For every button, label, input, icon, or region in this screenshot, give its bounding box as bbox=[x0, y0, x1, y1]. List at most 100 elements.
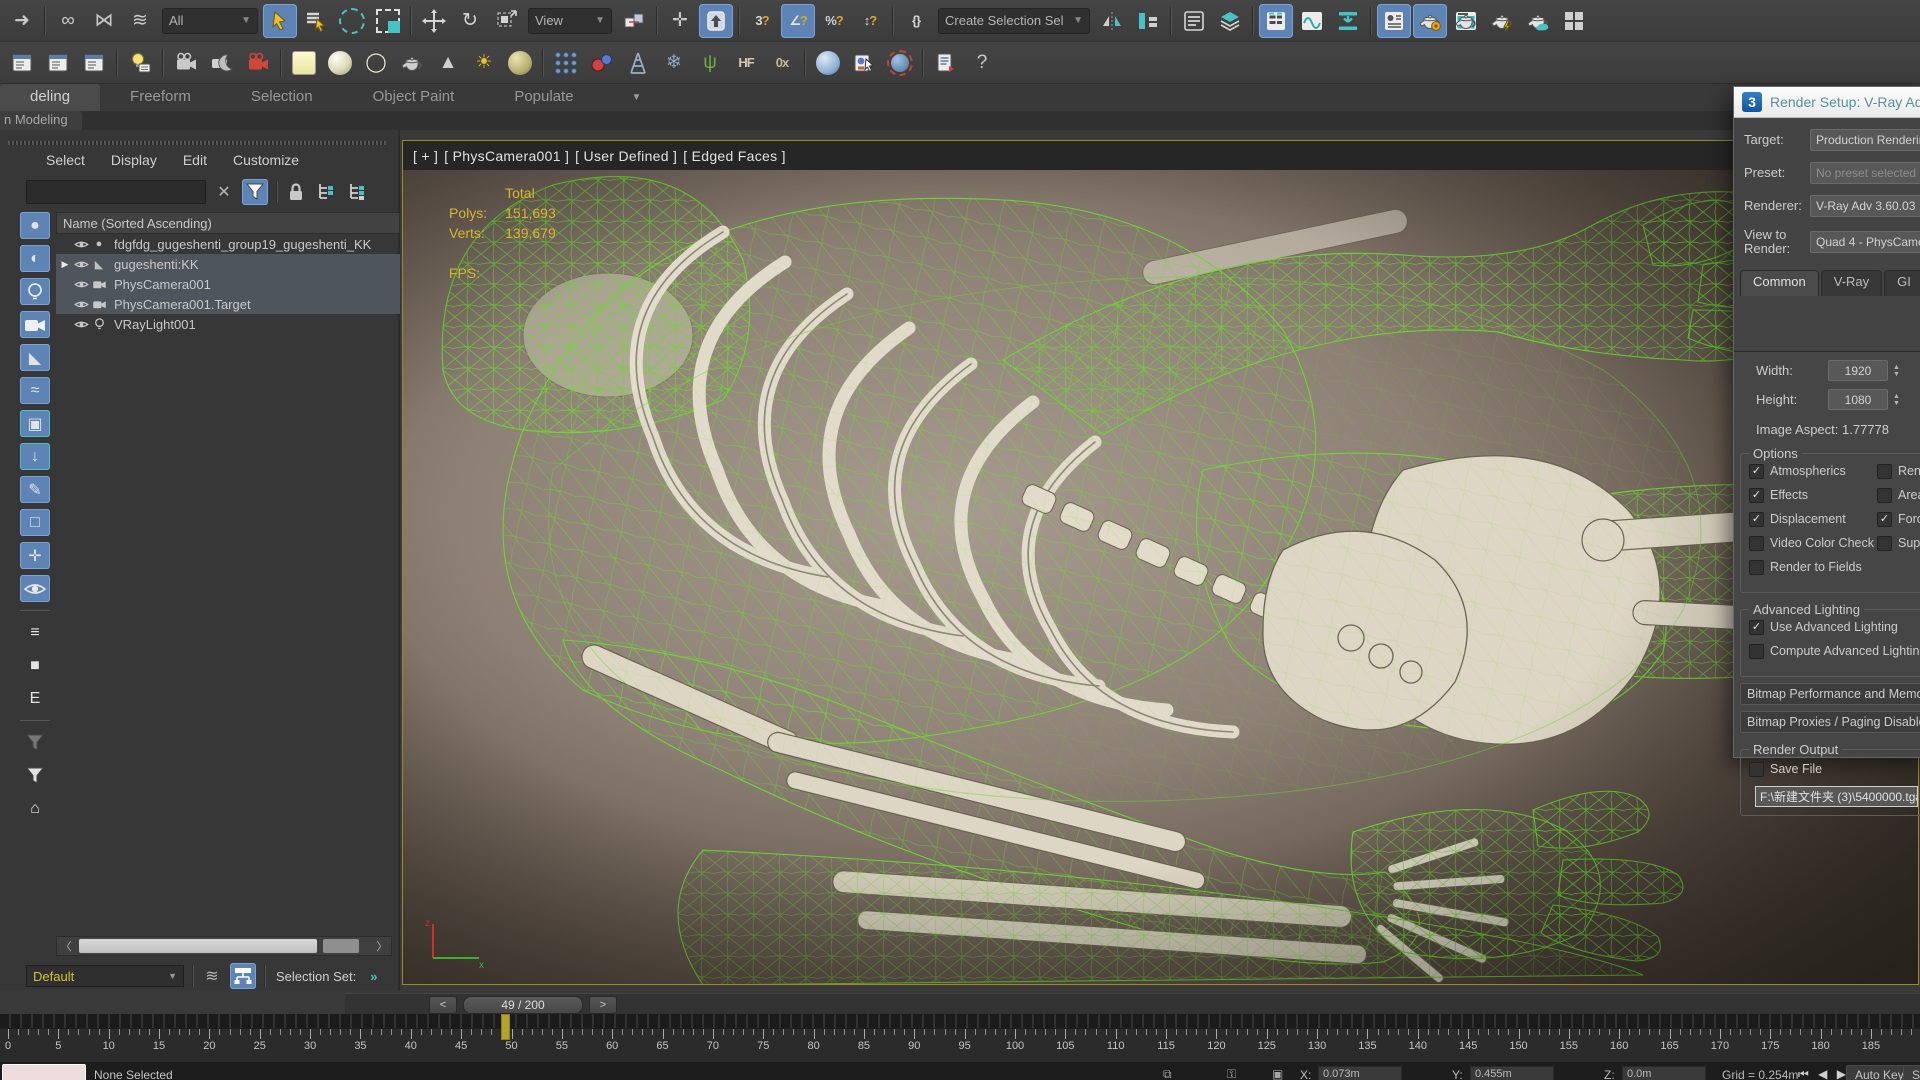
ox-tool-icon[interactable]: 0x bbox=[765, 46, 799, 80]
daylight-sun-icon[interactable]: ☀ bbox=[467, 46, 501, 80]
track-bar-ruler[interactable]: 0 5 10 15 20 25 30 35 40 45 50 55 60 65 70 75 80 85 90 95 10… bbox=[0, 1028, 1920, 1063]
toggle-scene-explorer-icon[interactable] bbox=[1177, 4, 1211, 38]
render-to-fields-checkbox[interactable] bbox=[1749, 560, 1764, 575]
display-containers-icon[interactable]: □ bbox=[20, 509, 50, 536]
scene-object-row[interactable]: PhysCamera001 bbox=[56, 274, 400, 294]
primitive-pyramid-icon[interactable]: ▲ bbox=[431, 46, 465, 80]
unlink-selection-icon[interactable]: ⋈ bbox=[87, 4, 121, 38]
next-frame-button[interactable]: > bbox=[589, 996, 617, 1014]
render-tab-v-ray[interactable]: V-Ray bbox=[1820, 270, 1883, 296]
scrollbar-thumb-secondary[interactable] bbox=[323, 939, 359, 953]
edit-named-selection-sets-icon[interactable]: {} bbox=[899, 4, 933, 38]
viewport-camera-name[interactable]: [ PhysCamera001 ] bbox=[444, 148, 569, 164]
ribbon-tab-deling[interactable]: deling bbox=[0, 84, 101, 111]
explorer-menu-edit[interactable]: Edit bbox=[183, 152, 207, 168]
use-pivot-point-center-icon[interactable] bbox=[617, 4, 651, 38]
grass-object-icon[interactable]: ψ bbox=[693, 46, 727, 80]
forc-checkbox[interactable] bbox=[1877, 512, 1892, 527]
perspective-viewport[interactable]: [ + ] [ PhysCamera001 ] [ User Defined ] [ … bbox=[402, 140, 1919, 985]
selected-filter-button[interactable]: Selected bbox=[1903, 1065, 1920, 1080]
render-setup-dialog[interactable]: 3 Render Setup: V-Ray Ad Target: Producti… bbox=[1733, 86, 1920, 816]
panel-grip[interactable] bbox=[8, 141, 386, 145]
expand-arrow-icon[interactable]: ▶ bbox=[58, 259, 72, 270]
mirror-icon[interactable] bbox=[1095, 4, 1129, 38]
dashed-sphere-tool-icon[interactable] bbox=[883, 46, 917, 80]
bind-to-space-warp-icon[interactable]: ≋ bbox=[123, 4, 157, 38]
scatter-tool-icon[interactable] bbox=[549, 46, 583, 80]
object-picker-icon[interactable] bbox=[847, 46, 881, 80]
compute-advanced-lighting-checkbox[interactable] bbox=[1749, 644, 1764, 659]
filter-icon[interactable] bbox=[20, 762, 50, 789]
maxscript-mini-listener[interactable] bbox=[2, 1064, 86, 1080]
scroll-left-icon[interactable]: 〈 bbox=[57, 938, 75, 954]
link-icon[interactable]: ⧉ bbox=[1163, 1067, 1172, 1080]
rollout-bitmap-performance[interactable]: Bitmap Performance and Memor bbox=[1740, 683, 1920, 705]
renderer-dropdown[interactable]: V-Ray Adv 3.60.03 bbox=[1810, 195, 1920, 217]
select-and-move-icon[interactable] bbox=[417, 4, 451, 38]
select-and-manipulate-icon[interactable]: ✛ bbox=[663, 4, 697, 38]
select-and-link-icon[interactable]: ∞ bbox=[51, 4, 85, 38]
y-coordinate-field[interactable]: 0.455m bbox=[1470, 1066, 1554, 1080]
workspace-default-dropdown[interactable]: Default ▼ bbox=[26, 965, 184, 987]
camera-film-icon[interactable] bbox=[169, 46, 203, 80]
named-selection-sets-dropdown[interactable]: Create Selection Sel ▼ bbox=[938, 7, 1090, 34]
absolute-mode-icon[interactable]: ▣ bbox=[1272, 1067, 1283, 1080]
ribbon-subtab-modeling[interactable]: n Modeling bbox=[0, 111, 82, 131]
x-coordinate-field[interactable]: 0.073m bbox=[1318, 1066, 1402, 1080]
viewport-shading-mode[interactable]: [ Edged Faces ] bbox=[683, 148, 786, 164]
rendered-frame-window-icon[interactable] bbox=[1449, 4, 1483, 38]
ribbon-minimize-icon[interactable]: ▼ bbox=[632, 92, 642, 103]
list-column-header[interactable]: Name (Sorted Ascending) bbox=[56, 212, 400, 234]
detail-view-mode-icon[interactable]: E bbox=[20, 685, 50, 712]
clapper-box-icon[interactable]: ⌂ bbox=[20, 795, 50, 822]
horizontal-scrollbar[interactable]: 〈 〉 bbox=[56, 936, 392, 956]
layers-stack-icon[interactable]: ≋ bbox=[199, 963, 225, 989]
display-cameras-icon[interactable] bbox=[20, 311, 50, 338]
primitive-box-icon[interactable] bbox=[287, 46, 321, 80]
preset-dropdown[interactable]: No preset selected bbox=[1810, 162, 1920, 184]
spinner-snap-toggle-icon[interactable]: ↕? bbox=[853, 4, 887, 38]
material-editor-icon[interactable] bbox=[1377, 3, 1411, 38]
stereo-camera-icon[interactable] bbox=[241, 46, 275, 80]
viewport-user-defined[interactable]: [ User Defined ] bbox=[575, 148, 677, 164]
window-crossing-toggle-icon[interactable] bbox=[371, 4, 405, 38]
viewport-layout-panel-3-icon[interactable] bbox=[77, 46, 111, 80]
scene-object-row[interactable]: VRayLight001 bbox=[56, 314, 400, 334]
scroll-right-icon[interactable]: 〉 bbox=[373, 938, 391, 954]
target-dropdown[interactable]: Production Renderin bbox=[1810, 129, 1920, 151]
undo-arrow-icon[interactable]: ➜ bbox=[5, 4, 39, 38]
scene-object-row[interactable]: ● fdgfdg_gugeshenti_group19_gugeshenti_KK bbox=[56, 234, 400, 254]
display-groups-icon[interactable]: ▣ bbox=[20, 410, 50, 437]
select-by-name-icon[interactable] bbox=[299, 4, 333, 38]
explorer-menu-customize[interactable]: Customize bbox=[233, 152, 299, 168]
visibility-eye-icon[interactable] bbox=[72, 297, 90, 312]
display-gizmos-icon[interactable]: ✛ bbox=[20, 542, 50, 569]
display-helpers-icon[interactable]: ◣ bbox=[20, 344, 50, 371]
display-frozen-icon[interactable] bbox=[20, 575, 50, 602]
view-to-render-dropdown[interactable]: Quad 4 - PhysCame bbox=[1810, 231, 1920, 253]
select-and-rotate-icon[interactable]: ↻ bbox=[453, 4, 487, 38]
expand-chevrons-icon[interactable]: » bbox=[370, 969, 377, 984]
explorer-menu-select[interactable]: Select bbox=[46, 152, 85, 168]
flat-view-mode-icon[interactable]: ■ bbox=[20, 652, 50, 679]
derrick-helper-icon[interactable] bbox=[621, 46, 655, 80]
displacement-checkbox[interactable] bbox=[1749, 512, 1764, 527]
z-coordinate-field[interactable]: 0.0m bbox=[1622, 1066, 1706, 1080]
display-shapes-icon[interactable]: ◐ bbox=[20, 245, 50, 272]
select-and-scale-icon[interactable] bbox=[489, 4, 523, 38]
selection-region-circle-icon[interactable] bbox=[335, 4, 369, 38]
visibility-eye-icon[interactable] bbox=[72, 237, 90, 252]
effects-checkbox[interactable] bbox=[1749, 488, 1764, 503]
display-xrefs-icon[interactable]: ↓ bbox=[20, 443, 50, 470]
render-iterative-icon[interactable] bbox=[1521, 4, 1555, 38]
width-field[interactable]: 1920 bbox=[1828, 360, 1888, 381]
list-view-mode-icon[interactable]: ≡ bbox=[20, 619, 50, 646]
scene-object-row[interactable]: ▶ ◣ gugeshenti:KK bbox=[56, 254, 400, 274]
output-path-field[interactable]: F:\新建文件夹 (3)\5400000.tga bbox=[1755, 786, 1918, 807]
snaps-toggle-3d-icon[interactable]: 3? bbox=[745, 4, 779, 38]
viewport-menu-plus[interactable]: [ + ] bbox=[413, 148, 438, 164]
camera-night-icon[interactable] bbox=[205, 46, 239, 80]
previous-frame-button[interactable]: < bbox=[429, 996, 457, 1014]
lock-selection-icon[interactable]: ⚿ bbox=[1227, 1067, 1236, 1080]
blue-sphere-tool-icon[interactable] bbox=[811, 46, 845, 80]
